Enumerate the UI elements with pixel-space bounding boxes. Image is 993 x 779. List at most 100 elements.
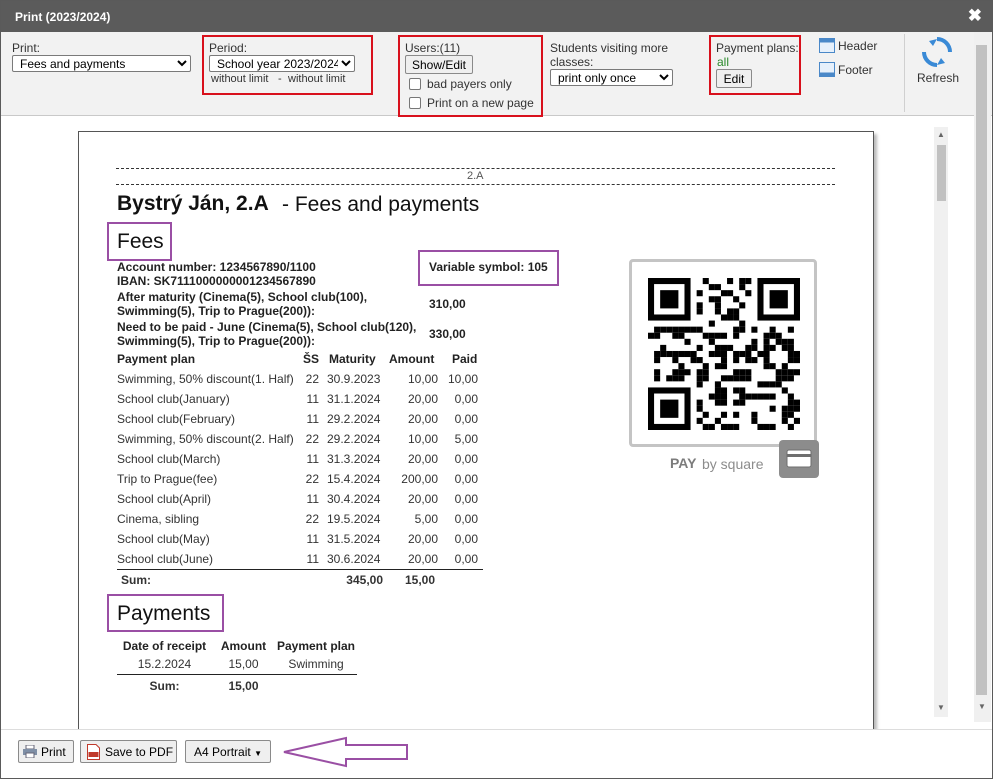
- fees-cell: 10,00: [407, 372, 438, 386]
- after-maturity-amount: 310,00: [429, 297, 466, 311]
- fees-cell: 11: [306, 492, 319, 506]
- fees-cell: 31.1.2024: [327, 392, 381, 406]
- print-dialog: Print (2023/2024) ✖ Print: Fees and paym…: [0, 0, 993, 779]
- fees-cell: Cinema, sibling: [117, 512, 200, 526]
- fees-cell: 20,00: [407, 492, 438, 506]
- fees-cell: 30.4.2024: [327, 492, 381, 506]
- fees-sum-paid: 15,00: [404, 573, 435, 587]
- payments-cell: 15.2.2024: [137, 657, 192, 671]
- payments-heading: Payments: [117, 602, 211, 625]
- orientation-label: A4 Portrait: [194, 744, 251, 759]
- period-label: Period:: [209, 41, 248, 55]
- payments-column-header: Payment plan: [276, 639, 356, 653]
- payment-plans-edit-button[interactable]: Edit: [716, 69, 752, 88]
- toolbar: Print: Fees and payments Period: School …: [1, 32, 992, 117]
- fees-heading: Fees: [117, 230, 164, 253]
- fees-column-header: Maturity: [329, 352, 376, 366]
- scroll-up-icon[interactable]: ▲: [937, 130, 945, 139]
- payment-plans-value: all: [717, 55, 730, 69]
- printer-icon: [23, 745, 37, 758]
- fees-cell: 200,00: [401, 472, 438, 486]
- fees-cell: 20,00: [407, 532, 438, 546]
- need-paid-amount: 330,00: [429, 327, 466, 341]
- fees-cell: School club(May): [117, 532, 210, 546]
- show-edit-button[interactable]: Show/Edit: [405, 55, 473, 74]
- qr-code-icon: [648, 278, 800, 430]
- refresh-icon[interactable]: [920, 35, 954, 69]
- orientation-dropdown[interactable]: A4 Portrait ▼: [185, 740, 271, 763]
- save-pdf-label: Save to PDF: [105, 744, 174, 759]
- period-to: without limit: [288, 73, 346, 85]
- print-button-label: Print: [41, 744, 66, 759]
- users-label: Users:(11): [405, 41, 461, 55]
- need-paid-line-1: Need to be paid - June (Cinema(5), Schoo…: [117, 320, 417, 334]
- fees-cell: School club(February): [117, 412, 236, 426]
- toolbar-divider: [904, 34, 905, 112]
- students-select[interactable]: print only once: [550, 69, 673, 86]
- fees-cell: Swimming, 50% discount(1. Half): [117, 372, 294, 386]
- fees-cell: 0,00: [454, 412, 478, 426]
- bad-payers-label: bad payers only: [427, 77, 512, 91]
- iban: IBAN: SK7111000000001234567890: [117, 274, 316, 288]
- fees-cell: 0,00: [454, 472, 478, 486]
- preview-scroll-thumb[interactable]: [937, 145, 946, 201]
- document-title: - Fees and payments: [282, 193, 480, 216]
- refresh-label[interactable]: Refresh: [917, 71, 959, 85]
- payments-sum-label: Sum:: [149, 679, 180, 693]
- students-label-2: classes:: [550, 55, 594, 69]
- fees-cell: 20,00: [407, 392, 438, 406]
- fees-cell: 22: [305, 432, 319, 446]
- fees-column-header: Amount: [389, 352, 435, 366]
- dialog-scrollbar[interactable]: ▼: [974, 32, 991, 722]
- class-header: 2.A: [467, 170, 484, 182]
- caret-down-icon: ▼: [254, 748, 262, 758]
- card-icon: [779, 440, 819, 478]
- payments-column-header: Date of receipt: [122, 639, 207, 653]
- payment-plans-label: Payment plans:: [716, 41, 799, 55]
- scroll-down-icon[interactable]: ▼: [937, 703, 945, 712]
- fees-cell: Trip to Prague(fee): [117, 472, 218, 486]
- close-icon[interactable]: ✖: [968, 6, 982, 26]
- dialog-scroll-down-icon[interactable]: ▼: [978, 702, 986, 711]
- fees-cell: 20,00: [407, 452, 438, 466]
- new-page-label: Print on a new page: [427, 96, 534, 110]
- pay-by-square-caption: by square: [702, 456, 764, 472]
- fees-cell: 11: [306, 532, 319, 546]
- header-label[interactable]: Header: [838, 39, 877, 53]
- footer-icon[interactable]: [819, 62, 835, 77]
- fees-cell: 11: [306, 552, 319, 566]
- payments-cell: 15,00: [228, 657, 259, 671]
- period-from: without limit: [211, 73, 269, 85]
- dialog-title: Print (2023/2024): [15, 10, 111, 24]
- print-button[interactable]: Print: [18, 740, 74, 763]
- fees-sum-divider: [117, 569, 483, 570]
- new-page-checkbox[interactable]: [409, 97, 421, 109]
- fees-column-header: Payment plan: [117, 352, 196, 366]
- fees-cell: 11: [306, 412, 319, 426]
- print-type-select[interactable]: Fees and payments: [12, 55, 191, 72]
- bad-payers-checkbox[interactable]: [409, 78, 421, 90]
- fees-column-header: Paid: [452, 352, 478, 366]
- dialog-footer: Print Save to PDF A4 Portrait ▼: [1, 729, 992, 778]
- fees-sum-amount: 345,00: [346, 573, 383, 587]
- dialog-scroll-thumb[interactable]: [976, 45, 987, 695]
- header-separator-bottom: [116, 184, 835, 185]
- fees-cell: Swimming, 50% discount(2. Half): [117, 432, 294, 446]
- period-select[interactable]: School year 2023/2024: [209, 55, 355, 72]
- fees-cell: 22: [305, 472, 319, 486]
- dialog-titlebar: Print (2023/2024) ✖: [1, 1, 992, 32]
- fees-cell: 0,00: [454, 552, 478, 566]
- print-preview: 2.A Bystrý Ján, 2.A - Fees and payments …: [1, 117, 992, 729]
- fees-cell: 20,00: [407, 552, 438, 566]
- fees-cell: School club(April): [117, 492, 212, 506]
- fees-cell: 22: [305, 372, 319, 386]
- footer-label[interactable]: Footer: [838, 63, 873, 77]
- header-icon[interactable]: [819, 38, 835, 53]
- fees-cell: 10,00: [407, 432, 438, 446]
- preview-scrollbar[interactable]: ▲ ▼: [934, 127, 948, 717]
- save-pdf-button[interactable]: Save to PDF: [80, 740, 177, 763]
- pdf-icon: [87, 744, 100, 760]
- pay-by-square-caption-bold: PAY: [670, 455, 697, 471]
- fees-cell: 0,00: [454, 512, 478, 526]
- fees-cell: School club(March): [117, 452, 221, 466]
